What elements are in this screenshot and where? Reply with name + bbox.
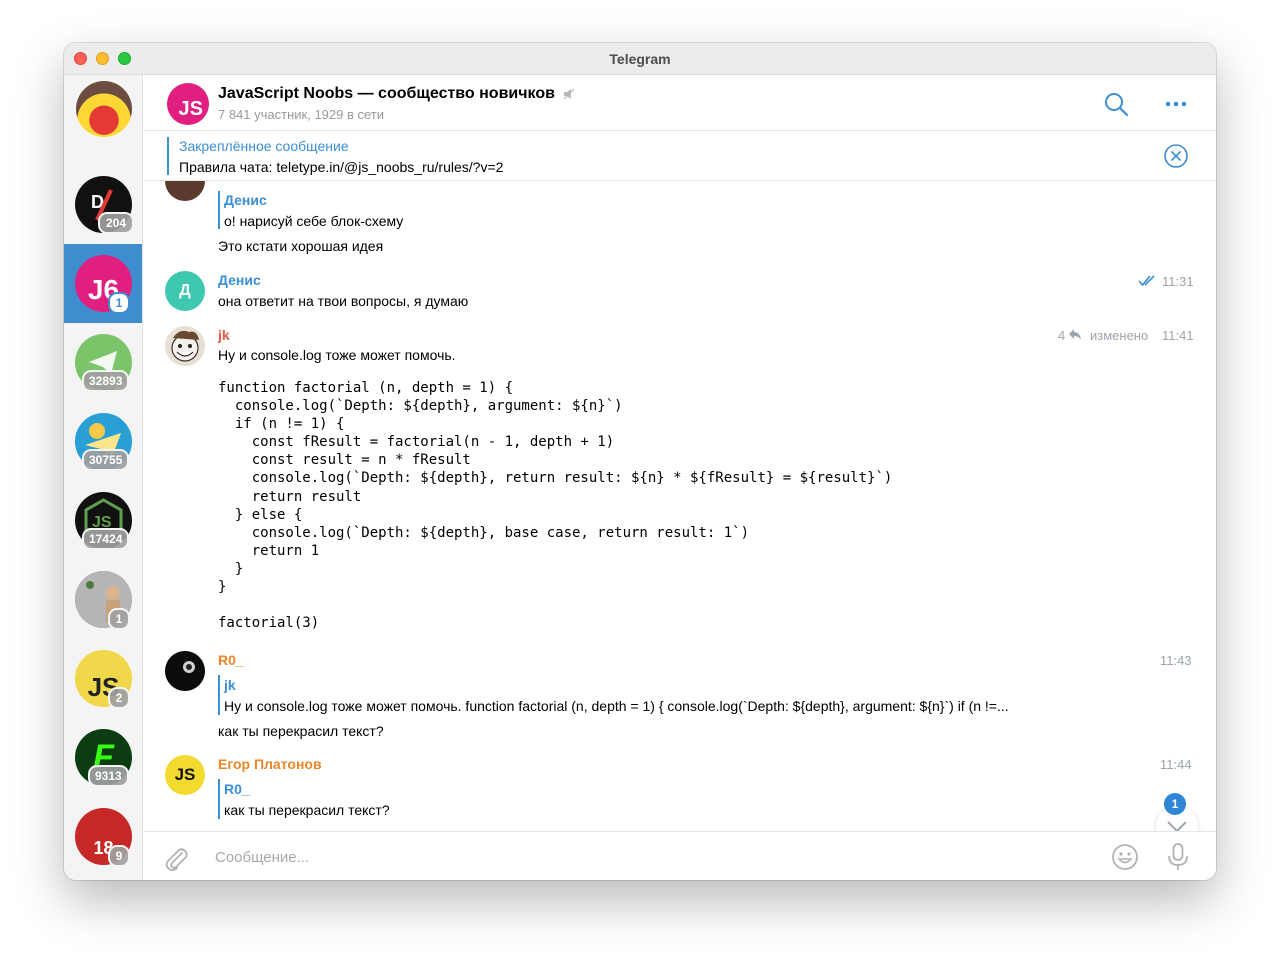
reply-count[interactable]: 4 bbox=[1058, 328, 1065, 343]
user-avatar[interactable]: Д bbox=[165, 271, 205, 311]
close-icon[interactable] bbox=[1163, 143, 1189, 169]
reply-quote-bar bbox=[218, 779, 220, 819]
sender-name[interactable]: Денис bbox=[218, 272, 261, 288]
message-text: как ты перекрасил текст? bbox=[218, 723, 384, 739]
code-block: function factorial (n, depth = 1) { cons… bbox=[218, 380, 893, 632]
chat-member-count: 7 841 участник, 1929 в сети bbox=[218, 107, 385, 122]
message-time: 11:31 bbox=[1162, 274, 1194, 289]
window-title: Telegram bbox=[609, 50, 671, 67]
chat-list-sidebar: D 204 J6 1 32893 30755 JS 17424 1 JS 2 F… bbox=[64, 75, 143, 880]
unread-badge: 1 bbox=[108, 608, 130, 630]
more-icon[interactable] bbox=[1163, 91, 1189, 117]
close-window-button[interactable] bbox=[74, 52, 87, 65]
reply-sender[interactable]: jk bbox=[224, 677, 236, 693]
user-avatar[interactable] bbox=[165, 651, 205, 691]
attach-icon[interactable] bbox=[163, 844, 189, 872]
reply-quote-bar bbox=[218, 675, 220, 715]
unread-badge: 30755 bbox=[82, 449, 130, 471]
reply-sender[interactable]: R0_ bbox=[224, 781, 250, 797]
unread-badge: 32893 bbox=[82, 370, 130, 392]
chat-pane: JS JavaScript Noobs — сообщество новичко… bbox=[143, 75, 1216, 880]
unread-badge: 17424 bbox=[82, 528, 130, 550]
pinned-message[interactable]: Закреплённое сообщение Правила чата: tel… bbox=[143, 131, 1216, 181]
pinned-text: Правила чата: teletype.in/@js_noobs_ru/r… bbox=[179, 159, 504, 175]
zoom-window-button[interactable] bbox=[118, 52, 131, 65]
sender-name[interactable]: Егор Платонов bbox=[218, 756, 322, 772]
unread-badge: 204 bbox=[98, 212, 134, 234]
pinned-title: Закреплённое сообщение bbox=[179, 138, 349, 154]
troll-face-icon bbox=[171, 330, 199, 362]
chat-avatar-partial[interactable] bbox=[76, 81, 132, 137]
reply-arrow-icon[interactable] bbox=[1068, 328, 1082, 341]
reply-quote-bar bbox=[218, 191, 220, 229]
message-text: она ответит на твои вопросы, я думаю bbox=[218, 293, 469, 309]
message-time: 11:44 bbox=[1160, 757, 1192, 772]
unread-badge: 9 bbox=[108, 845, 130, 867]
chat-title-text: JavaScript Noobs — сообщество новичков bbox=[218, 85, 555, 102]
group-avatar[interactable]: JS bbox=[167, 83, 209, 125]
double-check-icon bbox=[1138, 275, 1155, 287]
chat-list-item[interactable]: F 9313 bbox=[64, 718, 142, 797]
telegram-window: Telegram D 204 J6 1 32893 30755 JS 17424… bbox=[64, 43, 1216, 880]
chat-list-item[interactable]: JS 17424 bbox=[64, 481, 142, 560]
unread-badge: 1 bbox=[108, 292, 130, 314]
chat-list-item[interactable]: 30755 bbox=[64, 402, 142, 481]
chat-list-item[interactable]: 1 bbox=[64, 560, 142, 639]
message-text: Ну и console.log тоже может помочь. bbox=[218, 347, 456, 363]
message-input[interactable] bbox=[215, 842, 1075, 872]
reply-sender[interactable]: Денис bbox=[224, 192, 267, 208]
chat-title[interactable]: JavaScript Noobs — сообщество новичков bbox=[218, 85, 575, 103]
window-controls bbox=[74, 52, 131, 65]
minimize-window-button[interactable] bbox=[96, 52, 109, 65]
search-icon[interactable] bbox=[1103, 91, 1129, 117]
user-avatar[interactable] bbox=[165, 326, 205, 366]
chat-list-item-active[interactable]: J6 1 bbox=[64, 244, 142, 323]
message-time: 11:41 bbox=[1162, 328, 1194, 343]
unread-mentions-badge: 1 bbox=[1164, 793, 1186, 815]
reply-text: Ну и console.log тоже может помочь. func… bbox=[224, 698, 1009, 714]
sender-name[interactable]: jk bbox=[218, 327, 230, 343]
chat-list-item[interactable]: JS 2 bbox=[64, 639, 142, 718]
microphone-icon[interactable] bbox=[1165, 842, 1191, 872]
message-time: 11:43 bbox=[1160, 653, 1192, 668]
chat-list-item[interactable]: D 204 bbox=[64, 165, 142, 244]
muted-icon bbox=[563, 88, 575, 100]
sender-name[interactable]: R0_ bbox=[218, 652, 244, 668]
reply-text: как ты перекрасил текст? bbox=[224, 802, 390, 818]
unread-badge: 2 bbox=[108, 687, 130, 709]
reply-text: о! нарисуй себе блок-схему bbox=[224, 213, 404, 229]
chat-list-item[interactable]: 32893 bbox=[64, 323, 142, 402]
message-text: Это кстати хорошая идея bbox=[218, 238, 384, 254]
user-avatar[interactable]: JS bbox=[165, 755, 205, 795]
chat-header: JS JavaScript Noobs — сообщество новичко… bbox=[143, 75, 1216, 131]
pinned-accent-bar bbox=[167, 137, 169, 175]
message-list[interactable]: Денис о! нарисуй себе блок-схему Это кст… bbox=[143, 181, 1216, 831]
message-composer bbox=[143, 831, 1216, 880]
dark-photo-icon bbox=[165, 651, 205, 691]
edited-label: изменено bbox=[1090, 328, 1149, 343]
chat-list-item[interactable]: 18 9 bbox=[64, 797, 142, 876]
user-avatar[interactable] bbox=[165, 181, 205, 201]
emoji-icon[interactable] bbox=[1111, 843, 1139, 871]
unread-badge: 9313 bbox=[88, 765, 129, 787]
title-bar: Telegram bbox=[64, 43, 1216, 75]
